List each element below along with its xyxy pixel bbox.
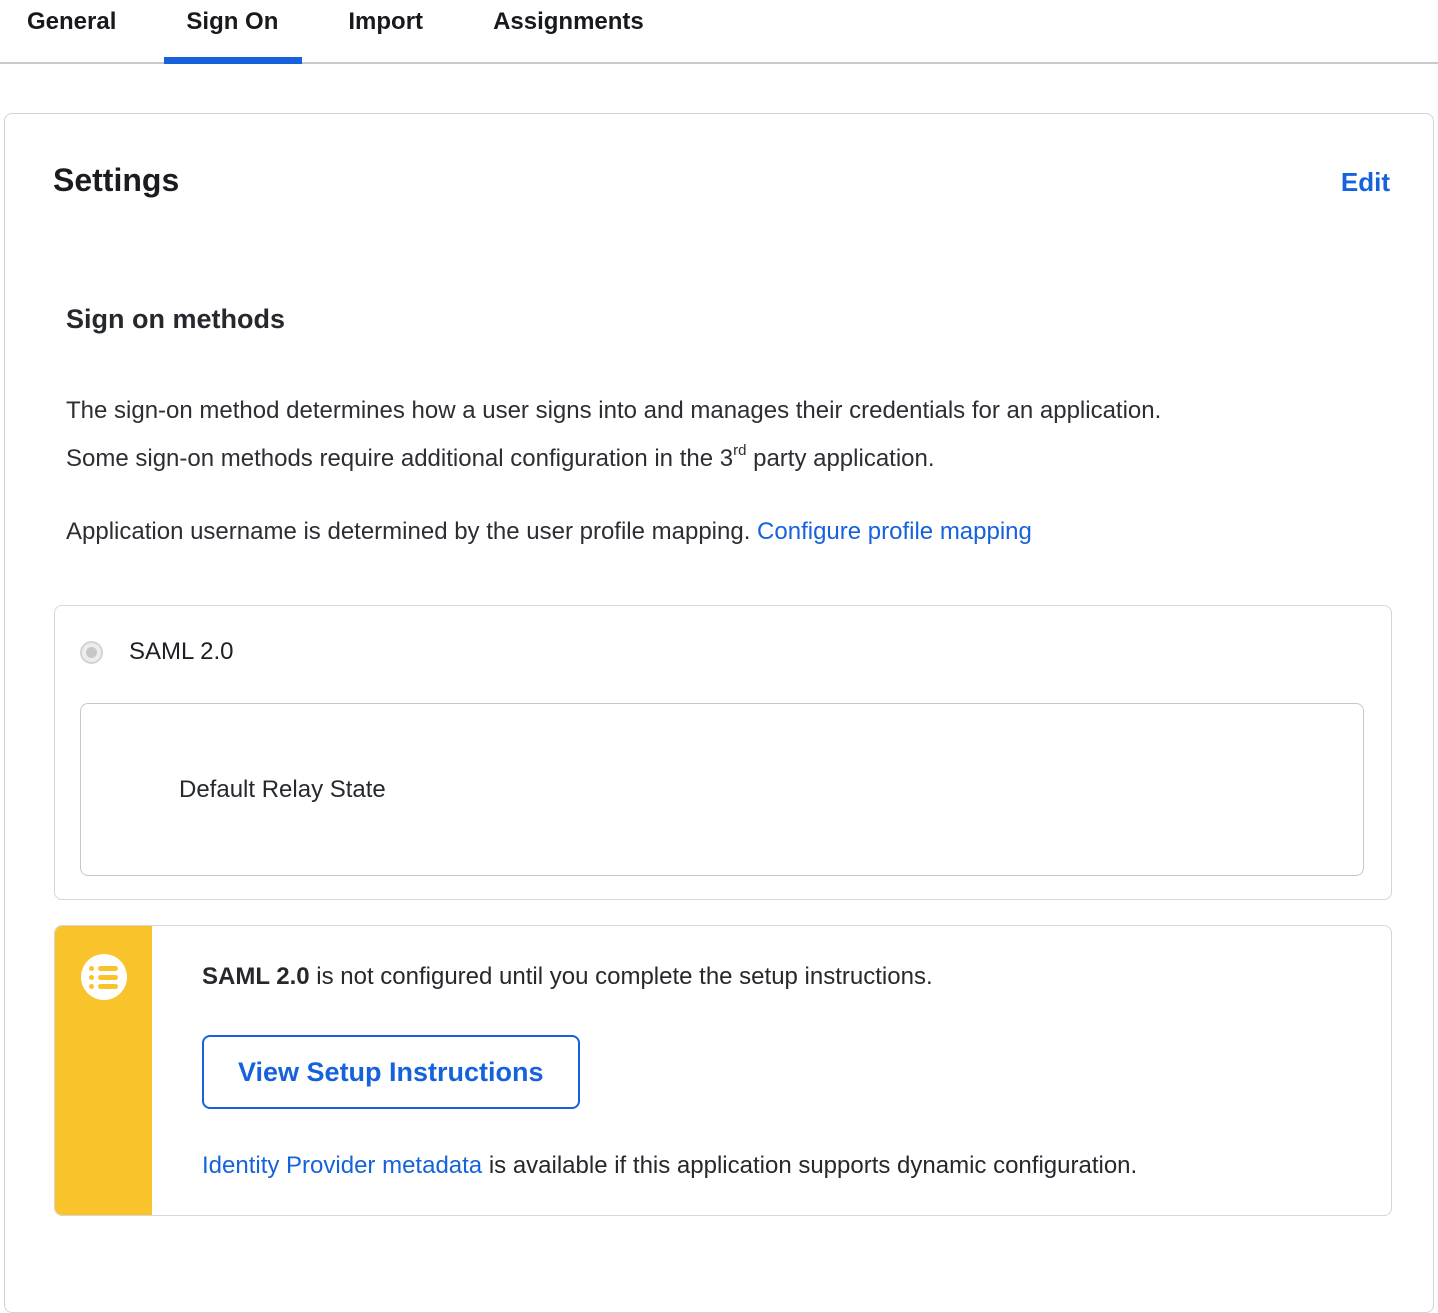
callout-accent-band — [55, 926, 152, 1215]
default-relay-state-label: Default Relay State — [179, 775, 386, 803]
page-title: Settings — [53, 162, 180, 198]
callout-message: SAML 2.0 is not configured until you com… — [202, 962, 1137, 991]
saml-setup-callout: SAML 2.0 is not configured until you com… — [54, 925, 1392, 1216]
callout-body: SAML 2.0 is not configured until you com… — [152, 926, 1177, 1215]
callout-message-bold: SAML 2.0 — [202, 963, 310, 990]
metadata-line-rest: is available if this application support… — [482, 1152, 1138, 1179]
identity-provider-metadata-link[interactable]: Identity Provider metadata — [202, 1152, 482, 1179]
settings-card-header: Settings Edit — [53, 161, 1390, 199]
description-text-tail: party application. — [746, 445, 935, 472]
tab-general[interactable]: General — [27, 0, 116, 62]
saml-method-box: SAML 2.0 Default Relay State — [54, 605, 1392, 900]
settings-card: Settings Edit Sign on methods The sign-o… — [4, 113, 1434, 1313]
username-mapping-line: Application username is determined by th… — [66, 508, 1390, 556]
tab-import[interactable]: Import — [348, 0, 423, 62]
callout-message-rest: is not configured until you complete the… — [309, 963, 933, 990]
app-tab-bar: General Sign On Import Assignments — [0, 0, 1438, 64]
description-text: The sign-on method determines how a user… — [66, 397, 1162, 472]
saml-radio-row: SAML 2.0 — [80, 638, 1364, 666]
view-setup-instructions-button[interactable]: View Setup Instructions — [202, 1035, 580, 1109]
radio-dot — [86, 646, 97, 658]
metadata-line: Identity Provider metadata is available … — [202, 1151, 1137, 1180]
ordinal-superscript: rd — [733, 442, 747, 459]
edit-settings-link[interactable]: Edit — [1341, 167, 1390, 198]
sign-on-methods-section: Sign on methods The sign-on method deter… — [54, 304, 1392, 1216]
sign-on-methods-heading: Sign on methods — [66, 304, 285, 334]
default-relay-state-field: Default Relay State — [80, 703, 1364, 876]
configure-profile-mapping-link[interactable]: Configure profile mapping — [757, 518, 1032, 545]
tab-sign-on[interactable]: Sign On — [164, 0, 303, 64]
username-mapping-text: Application username is determined by th… — [66, 518, 758, 545]
list-icon — [80, 954, 127, 1000]
saml-radio-label: SAML 2.0 — [129, 638, 234, 665]
tab-assignments[interactable]: Assignments — [493, 0, 644, 62]
saml-radio-button[interactable] — [80, 640, 103, 664]
sign-on-description: The sign-on method determines how a user… — [66, 387, 1186, 483]
